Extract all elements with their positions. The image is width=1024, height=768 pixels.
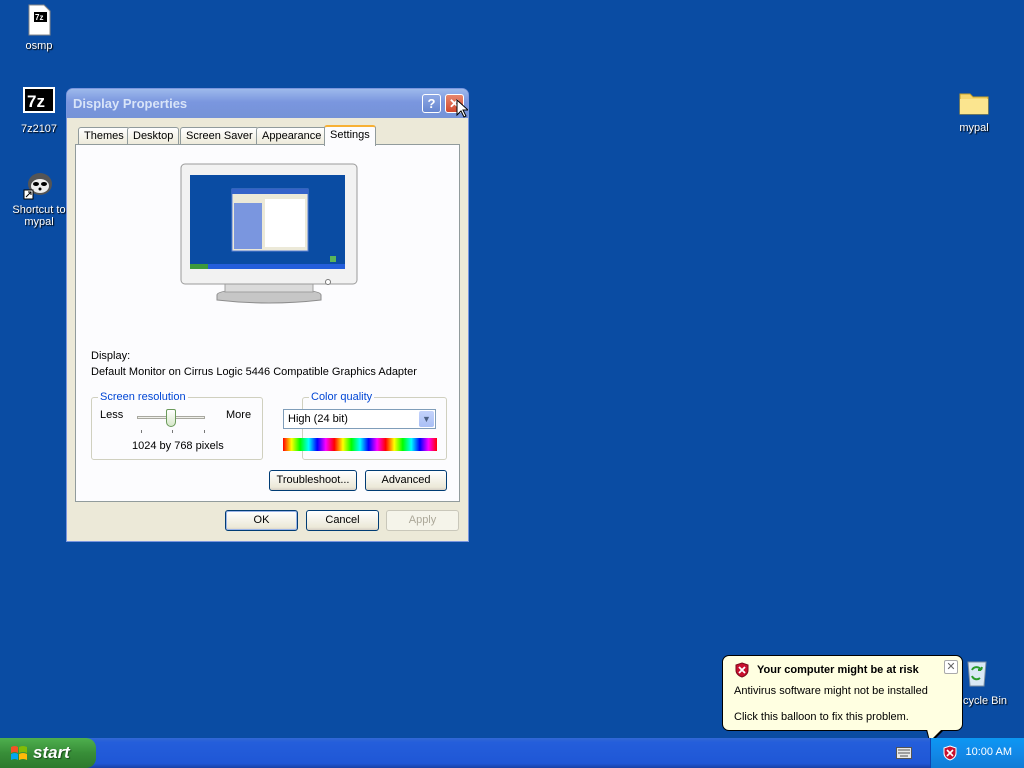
color-spectrum-bar [283,438,437,451]
tab-screen-saver[interactable]: Screen Saver [180,127,259,145]
screen-resolution-label: Screen resolution [98,391,188,403]
display-label: Display: [91,350,131,362]
color-quality-label: Color quality [309,391,375,403]
security-balloon[interactable]: Your computer might be at risk Antivirus… [722,655,963,744]
security-alert-icon[interactable] [943,745,957,761]
help-button[interactable]: ? [422,94,441,113]
system-tray: 10:00 AM [930,738,1024,768]
folder-icon [959,93,989,115]
apply-button[interactable]: Apply [386,510,459,531]
window-title: Display Properties [73,96,188,111]
slider-ticks [141,430,205,433]
svg-text:7z: 7z [27,92,45,111]
screen-resolution-group: Screen resolution Less More 1024 by 768 … [91,391,263,460]
color-quality-value: High (24 bit) [288,413,348,425]
desktop-icon-label: 7z2107 [20,123,58,135]
chevron-down-icon[interactable]: ▼ [419,411,434,427]
start-label: start [33,743,70,762]
desktop-icon-label: osmp [25,40,53,52]
tab-settings[interactable]: Settings [324,125,376,146]
security-shield-icon [735,662,749,678]
desktop-icon-osmp[interactable]: 7z osmp [1,4,77,52]
monitor-preview [180,163,358,304]
display-properties-window: Display Properties ? ✕ Themes Desktop Sc… [66,88,469,542]
windows-logo-icon [11,746,27,760]
color-quality-select[interactable]: High (24 bit) ▼ [283,409,436,429]
troubleshoot-button[interactable]: Troubleshoot... [269,470,357,491]
raccoon-icon [23,173,52,200]
resolution-value-text: 1024 by 768 pixels [132,440,224,452]
start-button[interactable]: start [0,738,96,768]
settings-panel: Display: Default Monitor on Cirrus Logic… [75,144,460,502]
balloon-close-button[interactable]: ✕ [944,660,958,674]
svg-text:7z: 7z [35,13,43,22]
resolution-slider-thumb[interactable] [166,409,176,427]
title-bar[interactable]: Display Properties ? ✕ [67,89,468,118]
advanced-button[interactable]: Advanced [365,470,447,491]
taskbar: start 10:00 AM [0,738,1024,768]
keyboard-icon[interactable] [896,747,912,759]
desktop-icon-label: mypal [959,122,989,134]
tab-desktop[interactable]: Desktop [127,127,180,145]
tab-appearance[interactable]: Appearance [256,127,328,145]
tab-themes[interactable]: Themes [78,127,130,145]
desktop-icon-mypal[interactable]: mypal [936,86,1012,134]
desktop-icon-label: cycle Bin [963,695,1008,707]
desktop-icon-label: Shortcut to mypal [12,204,66,228]
7zip-icon: 7z [23,87,55,113]
recycle-bin-icon [967,661,987,687]
clock[interactable]: 10:00 AM [966,746,1012,758]
slider-more-label: More [226,409,252,421]
archive-icon: 7z [28,4,51,36]
balloon-line-2: Click this balloon to fix this problem. [734,711,909,723]
mouse-cursor-icon [456,99,468,118]
balloon-line-1: Antivirus software might not be installe… [734,685,928,697]
ok-button[interactable]: OK [225,510,298,531]
balloon-title: Your computer might be at risk [757,664,919,676]
display-adapter-text: Default Monitor on Cirrus Logic 5446 Com… [91,366,417,378]
slider-less-label: Less [100,409,124,421]
cancel-button[interactable]: Cancel [306,510,379,531]
